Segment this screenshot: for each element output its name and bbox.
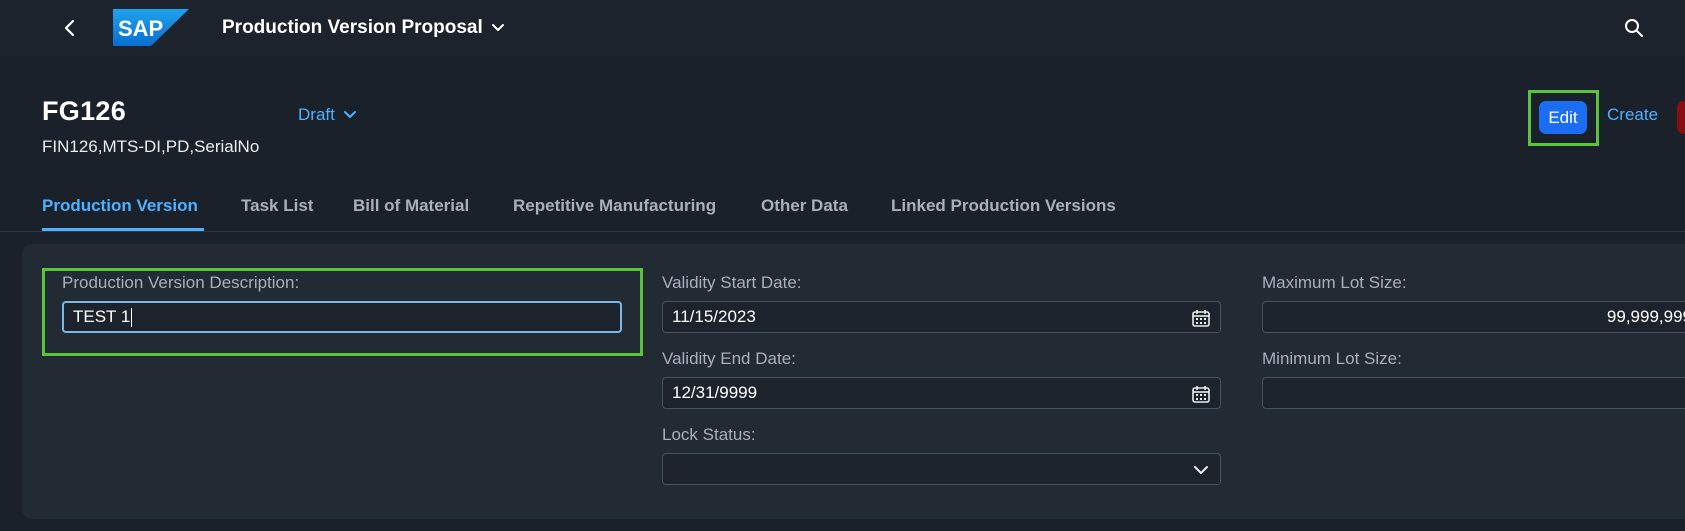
validity-end-label: Validity End Date:	[662, 349, 796, 368]
validity-start-input[interactable]: 11/15/2023	[662, 301, 1221, 333]
tab-bill-of-material[interactable]: Bill of Material	[353, 196, 469, 216]
create-button[interactable]: Create	[1607, 105, 1658, 125]
min-lot-size-label: Minimum Lot Size:	[1262, 349, 1402, 368]
validity-start-label: Validity Start Date:	[662, 273, 802, 292]
sap-logo[interactable]: SAP	[113, 9, 189, 46]
back-button[interactable]	[56, 14, 84, 42]
calendar-icon[interactable]	[1191, 384, 1211, 404]
tab-bar: Production Version Task List Bill of Mat…	[0, 190, 1685, 232]
calendar-icon[interactable]	[1191, 308, 1211, 328]
max-lot-size-value: 99,999,999	[1606, 307, 1685, 326]
app-title: Production Version Proposal	[222, 17, 483, 38]
tab-linked-production-versions[interactable]: Linked Production Versions	[891, 196, 1116, 216]
app-title-menu[interactable]: Production Version Proposal	[222, 15, 505, 41]
validity-start-value: 11/15/2023	[672, 307, 756, 326]
chevron-down-icon	[491, 24, 504, 31]
description-label: Production Version Description:	[62, 273, 300, 292]
max-lot-size-input[interactable]: 99,999,999	[1262, 301, 1685, 333]
tab-other-data[interactable]: Other Data	[761, 196, 848, 216]
lock-status-select[interactable]	[662, 453, 1221, 485]
active-tab-indicator	[42, 228, 204, 231]
description-input[interactable]: TEST 1	[62, 301, 622, 333]
delete-button[interactable]	[1677, 101, 1685, 134]
min-lot-size-input[interactable]	[1262, 377, 1685, 409]
search-button[interactable]	[1620, 14, 1648, 42]
chevron-down-icon[interactable]	[1191, 460, 1211, 480]
search-icon	[1625, 19, 1643, 37]
validity-end-input[interactable]: 12/31/9999	[662, 377, 1221, 409]
tab-task-list[interactable]: Task List	[241, 196, 313, 216]
tab-repetitive-manufacturing[interactable]: Repetitive Manufacturing	[513, 196, 716, 216]
validity-end-value: 12/31/9999	[672, 383, 758, 402]
draft-status-menu[interactable]: Draft	[298, 105, 357, 125]
back-chevron-icon	[64, 19, 75, 37]
svg-text:SAP: SAP	[118, 16, 163, 41]
tab-production-version[interactable]: Production Version	[42, 196, 198, 216]
draft-status-label: Draft	[298, 105, 335, 124]
description-value: TEST 1	[73, 307, 131, 326]
object-subtitle: FIN126,MTS-DI,PD,SerialNo	[42, 137, 260, 156]
max-lot-size-label: Maximum Lot Size:	[1262, 273, 1407, 292]
lock-status-label: Lock Status:	[662, 425, 756, 444]
shell-bar: SAP Production Version Proposal	[0, 0, 1685, 56]
edit-button[interactable]: Edit	[1539, 101, 1587, 134]
chevron-down-icon	[343, 111, 356, 118]
text-caret	[131, 307, 133, 327]
object-title: FG126	[42, 96, 127, 126]
